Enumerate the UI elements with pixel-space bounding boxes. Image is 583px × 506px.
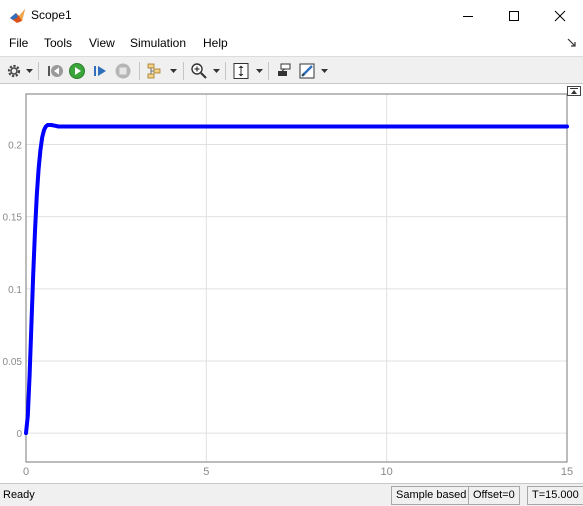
menu-view[interactable]: View	[89, 36, 115, 50]
menu-simulation[interactable]: Simulation	[130, 36, 186, 50]
matlab-icon	[10, 9, 25, 23]
toolbar-divider	[268, 62, 269, 80]
collapse-icon	[570, 88, 578, 94]
step-forward-icon	[94, 66, 106, 76]
step-back-button[interactable]	[45, 61, 65, 81]
gear-icon	[7, 64, 21, 78]
x-tick-label: 5	[203, 466, 209, 478]
menu-help[interactable]: Help	[203, 36, 228, 50]
maximize-button[interactable]	[491, 0, 537, 32]
minimize-button[interactable]	[445, 0, 491, 32]
legend-toggle-button[interactable]	[567, 86, 581, 96]
menu-file[interactable]: File	[9, 36, 28, 50]
status-sample-based: Sample based	[391, 486, 472, 505]
style-button[interactable]	[297, 61, 317, 81]
highlight-block-icon	[278, 63, 291, 76]
toolbar-divider	[38, 62, 39, 80]
y-tick-label: 0.15	[3, 213, 23, 224]
window-title: Scope1	[31, 8, 72, 22]
y-tick-label: 0.1	[8, 285, 22, 296]
y-tick-label: 0	[16, 429, 22, 440]
axes-scaling-button[interactable]	[231, 61, 251, 81]
signal-line	[24, 123, 569, 436]
step-back-icon	[48, 65, 63, 77]
toolbar-divider	[225, 62, 226, 80]
signal-selector-icon	[147, 63, 161, 79]
status-ready: Ready	[3, 489, 35, 501]
stop-button[interactable]	[113, 61, 133, 81]
chevron-down-icon[interactable]	[170, 68, 177, 74]
axes-scaling-icon	[233, 63, 249, 79]
style-icon	[299, 63, 315, 79]
toolbar	[0, 56, 583, 84]
minimize-icon	[463, 16, 473, 17]
undock-icon[interactable]	[567, 38, 577, 48]
axes-frame	[25, 93, 568, 463]
status-bar: Ready Sample based Offset=0 T=15.000	[0, 483, 583, 506]
highlight-block-button[interactable]	[274, 61, 294, 81]
run-icon	[69, 63, 85, 79]
x-tick-label: 0	[23, 466, 29, 478]
toolbar-divider	[139, 62, 140, 80]
configuration-button[interactable]	[4, 61, 24, 81]
maximize-icon	[509, 11, 519, 21]
chevron-down-icon[interactable]	[256, 68, 263, 74]
stop-icon	[115, 63, 131, 79]
zoom-button[interactable]	[189, 61, 209, 81]
y-tick-label: 0.2	[8, 141, 22, 152]
close-button[interactable]	[537, 0, 583, 32]
chevron-down-icon[interactable]	[213, 68, 220, 74]
menu-bar: File Tools View Simulation Help	[0, 32, 583, 54]
scope-chart[interactable]: 0 5 10 15 0 0.05 0.1 0.15 0.2	[0, 85, 583, 483]
x-tick-label: 15	[561, 466, 573, 478]
y-tick-label: 0.05	[3, 357, 23, 368]
scope-display: 0 5 10 15 0 0.05 0.1 0.15 0.2	[0, 85, 583, 483]
chevron-down-icon[interactable]	[26, 68, 33, 74]
status-time: T=15.000	[527, 486, 583, 505]
status-offset: Offset=0	[468, 486, 520, 505]
toolbar-divider	[183, 62, 184, 80]
step-forward-button[interactable]	[90, 61, 110, 81]
close-icon	[554, 10, 566, 22]
chevron-down-icon[interactable]	[321, 68, 328, 74]
signal-selector-button[interactable]	[145, 61, 165, 81]
x-tick-label: 10	[381, 466, 393, 478]
zoom-icon	[191, 63, 207, 79]
title-bar: Scope1	[0, 0, 583, 32]
run-button[interactable]	[67, 61, 87, 81]
menu-tools[interactable]: Tools	[44, 36, 72, 50]
